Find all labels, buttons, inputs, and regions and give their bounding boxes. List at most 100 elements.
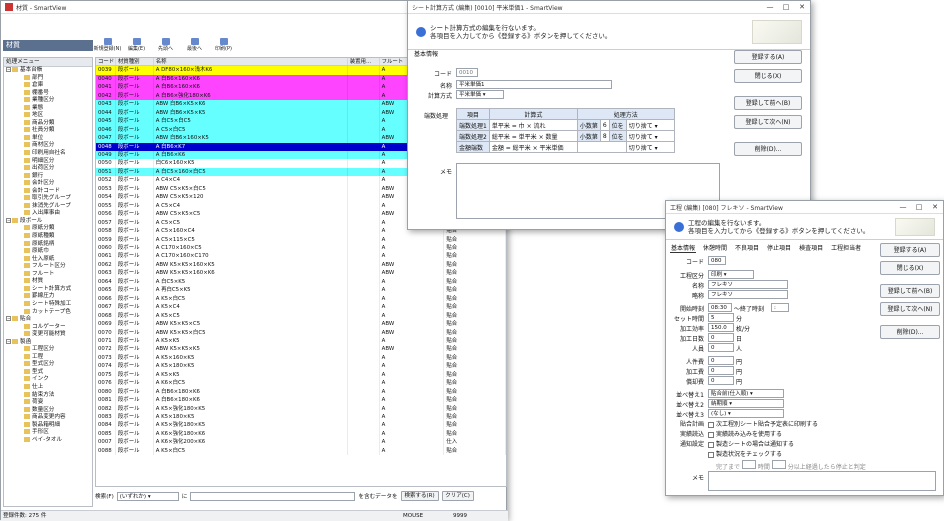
d1-minimize-icon[interactable]: — (762, 3, 778, 11)
table-row[interactable]: 0069 段ボール ABW K5×K5×C5 ABW 貼合 (96, 320, 506, 329)
d1-name-field[interactable]: 平米単価1 (456, 80, 612, 89)
r2-digits[interactable]: 8 (599, 130, 610, 142)
table-row[interactable]: 0063 段ボール ABW K5×K5×160×K6 ABW 貼合 (96, 269, 506, 278)
read-checkbox[interactable]: 実績読み込みを使用する (708, 429, 782, 438)
days-field[interactable]: 0 (708, 333, 734, 342)
setup-field[interactable]: 5 (708, 313, 734, 322)
table-row[interactable]: 0088 段ボール A K5×白C5 A 貼合 (96, 446, 506, 456)
d2-memo-field[interactable] (708, 471, 936, 491)
search-field-select[interactable]: (いずれか) ▾ (116, 491, 179, 501)
last-button[interactable]: 最後へ (180, 37, 209, 55)
tree-item[interactable]: 材質 (4, 278, 92, 286)
col-name[interactable]: 名称 (154, 58, 348, 66)
tree-item[interactable]: 商品変更内容 (4, 414, 92, 422)
r1-method[interactable]: 切り捨て ▾ (625, 119, 675, 131)
table-row[interactable]: 0061 段ボール A C170×160×C170 A 貼合 (96, 252, 506, 261)
table-row[interactable]: 0083 段ボール A K5×180×K5 A 貼合 (96, 413, 506, 422)
d2-save-button[interactable]: 登録する(A) (880, 243, 940, 257)
tree-item[interactable]: 印刷用自社名 (4, 150, 92, 158)
d2-delete-button[interactable]: 削除(D)... (880, 325, 940, 339)
tab-inspect[interactable]: 検査項目 (798, 243, 824, 253)
kubun-select[interactable]: 印刷 ▾ (708, 270, 754, 279)
tree-item[interactable]: 部門 (4, 74, 92, 83)
tree-item[interactable]: 明細区分 (4, 157, 92, 166)
tree-item[interactable]: シート特殊加工 (4, 300, 92, 309)
clear-button[interactable]: クリア(C) (441, 491, 474, 501)
table-row[interactable]: 0066 段ボール A K5×白C5 A 貼合 (96, 294, 506, 304)
table-row[interactable]: 0007 段ボール A K6×強化200×K6 A 仕入 (96, 438, 506, 447)
first-button[interactable]: 先頭へ (151, 37, 180, 55)
start-time[interactable]: 08:30 (708, 303, 732, 312)
table-row[interactable]: 0085 段ボール A K6×強化180×K6 A 貼合 (96, 429, 506, 439)
d2-save-next-button[interactable]: 登録して次へ(N) (880, 302, 940, 316)
col-device[interactable]: 装置用... (348, 58, 380, 66)
tree-item[interactable]: 工程区分 (4, 346, 92, 354)
table-row[interactable]: 0082 段ボール A K5×強化180×K5 A 貼合 (96, 404, 506, 414)
tree-item[interactable]: 仕上 (4, 383, 92, 392)
table-row[interactable]: 0060 段ボール A C170×160×C5 A 貼合 (96, 243, 506, 253)
tab-basic[interactable]: 基本情報 (670, 243, 697, 253)
tab-staff[interactable]: 工程担当者 (830, 243, 862, 253)
tree-item[interactable]: 出荷区分 (4, 165, 92, 173)
search-button[interactable]: 検索する(R) (400, 491, 439, 501)
tree-item[interactable]: 原紙巾 (4, 248, 92, 256)
tree-item[interactable]: 罫線圧力 (4, 293, 92, 301)
d1-calc-select[interactable]: 平米単価 ▾ (456, 90, 504, 99)
d1-save-next-button[interactable]: 登録して次へ(N) (734, 115, 802, 129)
expand-icon[interactable]: − (6, 316, 11, 322)
tab-stop[interactable]: 停止項目 (766, 243, 792, 253)
tree-item[interactable]: インク (4, 376, 92, 384)
table-row[interactable]: 0062 段ボール ABW K5×K5×160×K5 ABW 貼合 (96, 260, 506, 270)
d2-close-button[interactable]: 閉じる(X) (880, 261, 940, 275)
tab-break[interactable]: 休憩時間 (702, 243, 728, 253)
table-row[interactable]: 0075 段ボール A K5×K5 A 貼合 (96, 370, 506, 380)
tree-item[interactable]: ペイ-タオル (4, 436, 92, 445)
table-row[interactable]: 0070 段ボール ABW K5×K5×白C5 ABW 貼合 (96, 328, 506, 337)
d2-close-icon[interactable]: ✕ (927, 203, 943, 211)
done-minutes-field[interactable] (771, 460, 786, 469)
d1-close-icon[interactable]: ✕ (794, 3, 810, 11)
table-row[interactable]: 0074 段ボール A K5×180×K5 A 貼合 (96, 362, 506, 371)
end-time[interactable]: : (771, 303, 789, 312)
table-row[interactable]: 0081 段ボール A 白B6×180×K6 A 貼合 (96, 396, 506, 405)
short-field[interactable]: フレキソ (708, 290, 788, 299)
d1-code-field[interactable]: 0010 (456, 68, 478, 77)
table-row[interactable]: 0064 段ボール A 白C5×K5 A 貼合 (96, 277, 506, 287)
kdl-checkbox[interactable]: 次工程別シート貼合予定表に印刷する (708, 419, 818, 428)
expand-icon[interactable]: − (6, 217, 11, 223)
expand-icon[interactable]: − (6, 67, 11, 72)
d2-save-prev-button[interactable]: 登録して前へ(B) (880, 284, 940, 298)
d2-minimize-icon[interactable]: — (895, 203, 911, 211)
table-row[interactable]: 0076 段ボール A K6×白C5 A 貼合 (96, 379, 506, 388)
tree-item[interactable]: 荷姿 (4, 399, 92, 407)
d2-maximize-icon[interactable]: □ (911, 203, 927, 211)
r3-formula[interactable]: 金額 = 総平米 × 平米単価 (488, 141, 578, 153)
tree-item[interactable]: − 基本台帳 (4, 67, 92, 75)
tree-item[interactable]: 取引先グループ (4, 195, 92, 203)
tree-item[interactable]: 原紙種類 (4, 233, 92, 241)
d1-delete-button[interactable]: 削除(D)... (734, 142, 802, 156)
tree-item[interactable]: 地区 (4, 112, 92, 120)
order1-select[interactable]: 貼合前(仕入順) ▾ (708, 389, 784, 398)
edit-button[interactable]: 編集(E) (122, 37, 151, 55)
tree-item[interactable]: 業態 (4, 104, 92, 113)
d1-maximize-icon[interactable]: □ (778, 3, 794, 11)
tree-item[interactable]: − 貼合 (4, 316, 92, 324)
ppl-field[interactable]: 0 (708, 343, 734, 352)
tree-item[interactable]: 社員分類 (4, 127, 92, 135)
tree-item[interactable]: 結束方法 (4, 391, 92, 400)
new-button[interactable]: 新規登録(N) (93, 37, 122, 55)
search-input[interactable] (190, 491, 356, 501)
tree-item[interactable]: 倉庫 (4, 82, 92, 90)
print-button[interactable]: 印刷(P) (209, 37, 238, 55)
tree-item[interactable]: 商材区分 (4, 142, 92, 150)
cost3-field[interactable]: 0 (708, 376, 734, 385)
expand-icon[interactable]: − (6, 338, 11, 344)
table-row[interactable]: 0059 段ボール A C5×115×C5 A 貼合 (96, 235, 506, 244)
table-row[interactable]: 0068 段ボール A K5×C5 A 貼合 (96, 311, 506, 321)
name-field[interactable]: フレキソ (708, 280, 788, 289)
tree-item[interactable]: 手形区 (4, 429, 92, 437)
d2-code-field[interactable]: 080 (708, 256, 726, 265)
tree-item[interactable]: コルゲーター (4, 323, 92, 332)
r2-formula[interactable]: 総平米 = 単平米 × 数量 (488, 130, 578, 142)
